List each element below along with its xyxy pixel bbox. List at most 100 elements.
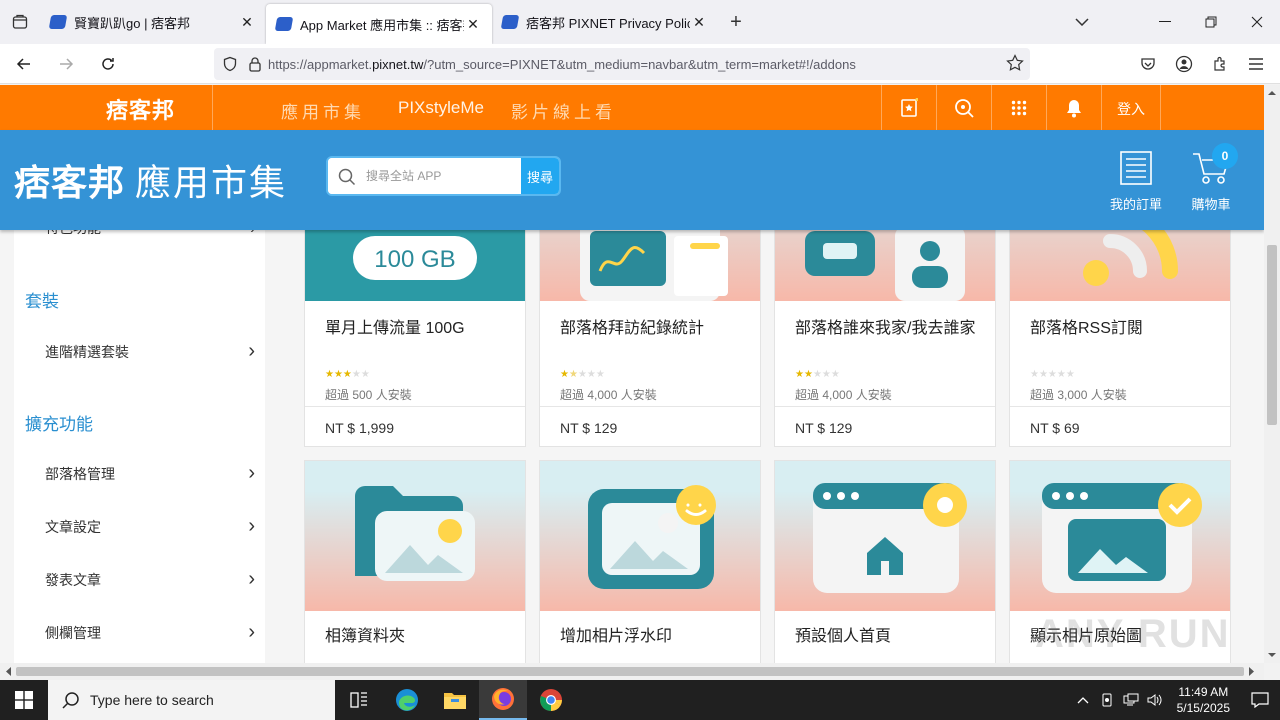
- sidebar-item-blog-management[interactable]: 部落格管理 ›: [45, 462, 255, 485]
- nav-pixstyleme[interactable]: PIXstyleMe: [398, 98, 484, 118]
- bookmark-star-icon[interactable]: [1006, 54, 1024, 72]
- tab-title: App Market 應用市集 :: 痞客邦: [300, 17, 464, 33]
- tab-overview-button[interactable]: [0, 0, 40, 44]
- chevron-right-icon: ›: [248, 568, 255, 590]
- scroll-right-icon: [1249, 667, 1254, 676]
- install-count: 超過 4,000 人安裝: [795, 388, 892, 402]
- firefox-icon[interactable]: [479, 680, 527, 720]
- browser-navigation-bar: https://appmarket.pixnet.tw/?utm_source=…: [0, 44, 1280, 84]
- chrome-icon[interactable]: [527, 680, 575, 720]
- nav-video[interactable]: 影片線上看: [511, 98, 616, 123]
- pocket-icon[interactable]: [1130, 48, 1166, 80]
- taskbar-search-box[interactable]: Type here to search: [48, 680, 335, 720]
- back-button[interactable]: [6, 46, 42, 82]
- app-card[interactable]: 相簿資料夾: [304, 460, 526, 663]
- app-name: 部落格拜訪紀錄統計: [560, 320, 705, 337]
- show-hidden-icons-icon[interactable]: [1071, 696, 1095, 704]
- taskbar-clock[interactable]: 11:49 AM 5/15/2025: [1177, 684, 1230, 716]
- thumb-100gb-label: 100 GB: [374, 246, 455, 273]
- sidebar-section-bundle: 套裝: [25, 292, 59, 311]
- account-icon[interactable]: [1166, 48, 1202, 80]
- task-view-icon[interactable]: [335, 680, 383, 720]
- app-search-input[interactable]: [328, 158, 521, 194]
- extensions-icon[interactable]: [1202, 48, 1238, 80]
- install-count: 超過 3,000 人安裝: [1030, 388, 1127, 402]
- reload-icon: [102, 57, 114, 70]
- sidebar-item-publish-article[interactable]: 發表文章 ›: [45, 568, 255, 591]
- page-viewport: 痞客邦 應用市集 PIXstyleMe 影片線上看 登入 痞客邦應用市集 搜尋: [0, 85, 1264, 663]
- browser-tab-active[interactable]: App Market 應用市集 :: 痞客邦 ✕: [266, 4, 492, 44]
- app-name: 部落格誰來我家/我去誰家: [795, 320, 976, 337]
- sidebar-item-article-settings[interactable]: 文章設定 ›: [45, 515, 255, 538]
- login-link[interactable]: 登入: [1117, 99, 1145, 119]
- chevron-right-icon: ›: [248, 515, 255, 537]
- sidebar-item-premium-bundle[interactable]: 進階精選套裝 ›: [45, 340, 255, 363]
- install-count: 超過 500 人安裝: [325, 388, 412, 402]
- site-search-icon[interactable]: [953, 97, 975, 119]
- close-window-button[interactable]: [1234, 0, 1280, 44]
- cart-count-badge: 0: [1212, 143, 1238, 169]
- rating-stars: ★★★★★: [795, 369, 840, 380]
- menu-hamburger-icon[interactable]: [1238, 48, 1274, 80]
- edge-browser-icon[interactable]: [383, 680, 431, 720]
- system-tray: 11:49 AM 5/15/2025: [1071, 680, 1280, 720]
- new-tab-button[interactable]: +: [718, 0, 754, 44]
- app-thumbnail: [305, 461, 525, 611]
- restore-window-button[interactable]: [1188, 0, 1234, 44]
- reload-button[interactable]: [90, 46, 126, 82]
- notification-center-icon[interactable]: [1240, 692, 1280, 708]
- sidebar-item-sidebar-management[interactable]: 側欄管理 ›: [45, 621, 255, 644]
- hscrollbar-thumb[interactable]: [16, 667, 1244, 676]
- app-name: 相簿資料夾: [325, 628, 406, 645]
- app-name: 部落格RSS訂閱: [1030, 320, 1143, 337]
- apps-grid-icon[interactable]: [1008, 97, 1030, 119]
- app-name: 單月上傳流量 100G: [325, 320, 465, 337]
- address-bar[interactable]: https://appmarket.pixnet.tw/?utm_source=…: [214, 48, 1030, 80]
- rating-stars: ★★★★★: [1030, 369, 1075, 380]
- app-name: 預設個人首頁: [795, 628, 892, 645]
- tracking-shield-icon: [223, 56, 237, 72]
- browser-tab[interactable]: 賢寶趴趴go | 痞客邦 ✕: [40, 0, 266, 44]
- install-count: 超過 4,000 人安裝: [560, 388, 657, 402]
- app-search-box: 搜尋: [326, 156, 561, 196]
- pixnet-favicon-icon: [48, 15, 68, 29]
- file-explorer-icon[interactable]: [431, 680, 479, 720]
- device-icon[interactable]: [1095, 693, 1119, 707]
- photo-folder-icon: [355, 486, 475, 581]
- app-card[interactable]: 預設個人首頁: [774, 460, 996, 663]
- favorites-bookmark-icon[interactable]: [898, 97, 920, 119]
- search-icon: [62, 692, 79, 709]
- forward-button[interactable]: [48, 46, 84, 82]
- appmarket-logo[interactable]: 痞客邦 應用市集: [14, 154, 287, 206]
- vertical-scrollbar[interactable]: [1264, 85, 1280, 663]
- scrollbar-thumb[interactable]: [1267, 245, 1277, 425]
- app-card[interactable]: 增加相片浮水印: [539, 460, 761, 663]
- network-icon[interactable]: [1119, 693, 1143, 707]
- my-orders-button[interactable]: 我的訂單: [1107, 150, 1165, 213]
- app-price: NT $ 129: [795, 420, 853, 436]
- volume-icon[interactable]: [1143, 693, 1167, 707]
- close-tab-icon[interactable]: ✕: [464, 15, 482, 33]
- chevron-right-icon: ›: [248, 621, 255, 643]
- rating-stars: ★★★★★: [325, 369, 370, 380]
- windows-taskbar: Type here to search 11:49 AM 5/15/2025: [0, 680, 1280, 720]
- browser-tab-bar: 賢寶趴趴go | 痞客邦 ✕ App Market 應用市集 :: 痞客邦 ✕ …: [0, 0, 1280, 44]
- scroll-left-icon: [6, 667, 11, 676]
- notification-bell-icon[interactable]: [1063, 97, 1085, 119]
- close-tab-icon[interactable]: ✕: [238, 13, 256, 31]
- pixnet-logo[interactable]: 痞客邦: [106, 93, 175, 125]
- category-sidebar: 特色功能› 套裝 進階精選套裝› 擴充功能 部落格管理› 文章設定› 發表文章›…: [14, 220, 265, 663]
- orders-list-icon: [1120, 151, 1152, 185]
- tab-overview-icon: [12, 14, 28, 29]
- close-tab-icon[interactable]: ✕: [690, 13, 708, 31]
- app-price: NT $ 69: [1030, 420, 1080, 436]
- list-all-tabs-icon[interactable]: [1070, 10, 1094, 34]
- search-button[interactable]: 搜尋: [521, 158, 559, 194]
- taskbar-search-placeholder: Type here to search: [90, 692, 214, 708]
- chevron-right-icon: ›: [248, 340, 255, 362]
- minimize-window-button[interactable]: [1142, 0, 1188, 44]
- browser-tab[interactable]: 痞客邦 PIXNET Privacy Policy ✕: [492, 0, 718, 44]
- nav-appmarket[interactable]: 應用市集: [281, 98, 365, 123]
- horizontal-scrollbar[interactable]: [0, 663, 1264, 680]
- start-button[interactable]: [0, 680, 48, 720]
